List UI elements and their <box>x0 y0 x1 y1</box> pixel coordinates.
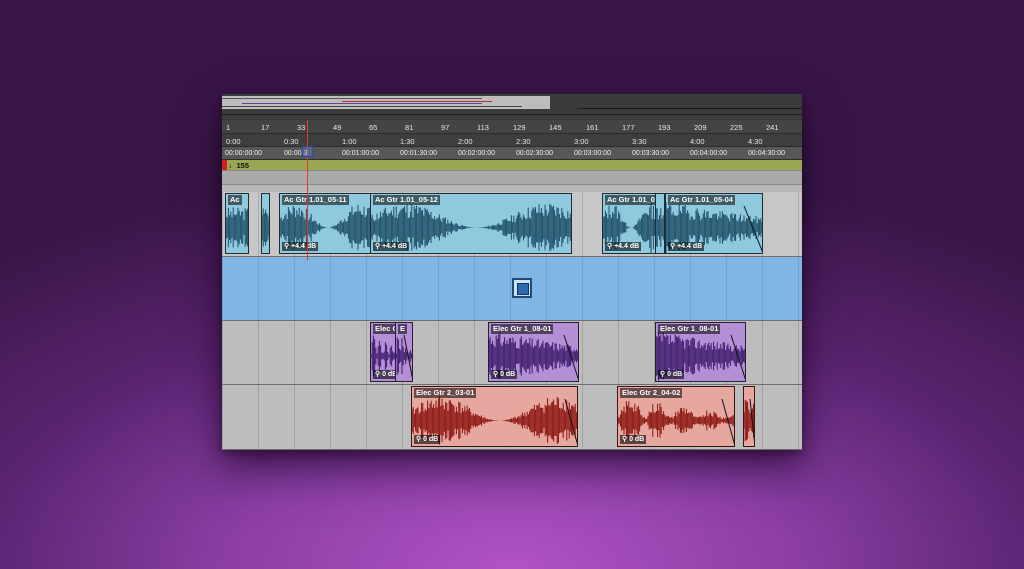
ruler-tick-label: 0:30 <box>284 137 299 146</box>
audio-clip[interactable] <box>743 386 755 447</box>
overview-track-line <box>222 114 802 115</box>
ruler-tick-label: 97 <box>441 123 450 132</box>
tempo-marker-label: ♩155 <box>229 161 250 170</box>
clip-gain-label[interactable]: ⚲ +4.4 dB <box>605 242 642 251</box>
ruler-tick-label: 00:03:00:00 <box>574 150 611 157</box>
ruler-tick-label: 00:02:00:00 <box>458 150 495 157</box>
waveform <box>262 208 269 247</box>
overview-track-line <box>342 101 492 102</box>
ruler-tick-label: 00:03:30:00 <box>632 150 669 157</box>
audio-clip[interactable]: Ac Gtr 1.01_05 ⚲ +4.4 dB <box>602 193 656 254</box>
audio-clip[interactable]: Elec Gtr 1_08-01 ⚲ 0 dB <box>655 322 746 382</box>
tempo-marker-icon[interactable] <box>222 160 227 170</box>
ruler-tick-label: 00:00:00:00 <box>225 150 262 157</box>
ruler-tick-label: 145 <box>549 123 562 132</box>
clip-gain-label[interactable]: ⚲ +4.4 dB <box>668 242 705 251</box>
audio-clip[interactable] <box>261 193 270 254</box>
ruler-tick-label: 225 <box>730 123 743 132</box>
ruler-tick-label: 0:00 <box>226 137 241 146</box>
ruler-tick-label: 113 <box>477 123 489 132</box>
clip-gain-label[interactable]: ⚲ 0 dB <box>620 435 647 444</box>
track-selected-empty[interactable] <box>222 257 802 321</box>
audio-clip[interactable]: Elec Gtr 2_04-02 ⚲ 0 dB <box>617 386 735 447</box>
clip-name: E <box>398 324 408 334</box>
clip-name: Ac Gtr 1.01_05-04 <box>668 195 735 205</box>
session-overview[interactable] <box>222 94 802 120</box>
ruler-tick-label: 17 <box>261 123 270 132</box>
audio-clip[interactable]: Elec Gtr 1_08-01 ⚲ 0 dB <box>488 322 579 382</box>
ruler-tick-label: 00:01:30:00 <box>400 150 437 157</box>
audio-clip[interactable]: Elec Gtr 2_03-01 ⚲ 0 dB <box>411 386 578 447</box>
ruler-track-divider <box>222 170 802 193</box>
ruler-tick-label: 1:00 <box>342 137 357 146</box>
audio-clip[interactable]: Elec G ⚲ 0 dB <box>370 322 396 382</box>
waveform <box>656 208 664 247</box>
ruler-tick-label: 1 <box>226 123 231 132</box>
ruler-tick-label: 65 <box>369 123 378 132</box>
ruler-tick-label: 33 <box>297 123 306 132</box>
clip-gain-label[interactable]: ⚲ +4.4 dB <box>282 242 319 251</box>
ruler-tick-label: 00:01:00:00 <box>342 150 379 157</box>
track-elec-gtr-1[interactable]: Elec G⚲ 0 dBEElec Gtr 1_08-01⚲ 0 dBElec … <box>222 321 802 385</box>
audio-clip[interactable]: Ac <box>225 193 249 254</box>
audio-clip[interactable]: E <box>395 322 413 382</box>
track-ac-gtr[interactable]: Ac Ac Gtr 1.01_05-11 ⚲ +4.4 dB Ac Gtr 1.01_… <box>222 192 802 257</box>
overview-track-line <box>222 106 522 107</box>
ruler-tick-label: 3:00 <box>574 137 589 146</box>
clip-name: Ac Gtr 1.01_05 <box>605 195 655 205</box>
clip-gain-label[interactable]: ⚲ 0 dB <box>658 370 685 379</box>
ruler-tick-label: 177 <box>622 123 635 132</box>
clip-name: Ac <box>228 195 242 205</box>
clip-name: Elec Gtr 2_04-02 <box>620 388 683 398</box>
ruler-tick-label: 00:04:00:00 <box>690 150 727 157</box>
ruler-tick-label: 3:30 <box>632 137 647 146</box>
ruler-tick-label: 161 <box>586 123 599 132</box>
audio-clip[interactable]: Ac Gtr 1.01_05-12 ⚲ +4.4 dB <box>370 193 572 254</box>
bars-beats-ruler[interactable]: 1 17 33 49 65 81 97 113 129 145 161 177 193 209 225 241 <box>222 120 802 134</box>
waveform <box>744 398 754 442</box>
clip-gain-label[interactable]: ⚲ 0 dB <box>491 370 518 379</box>
playhead-handle-icon[interactable] <box>302 146 313 157</box>
ruler-tick-label: 49 <box>333 123 342 132</box>
clip-gain-label[interactable]: ⚲ 0 dB <box>373 370 395 379</box>
overview-track-line <box>242 103 482 104</box>
clip-name: Elec Gtr 1_08-01 <box>491 324 554 334</box>
clip-gain-label[interactable]: ⚲ +4.4 dB <box>373 242 410 251</box>
clip-name: Elec G <box>373 324 395 334</box>
ruler-tick-label: 2:00 <box>458 137 473 146</box>
clip-gain-label[interactable]: ⚲ 0 dB <box>414 435 441 444</box>
ruler-tick-label: 00:04:30:00 <box>748 150 785 157</box>
playhead-line[interactable] <box>307 120 308 260</box>
ruler-tick-label: 209 <box>694 123 707 132</box>
ruler-tick-label: 4:00 <box>690 137 705 146</box>
ruler-tick-label: 193 <box>658 123 671 132</box>
audio-clip[interactable] <box>655 193 665 254</box>
ruler-tick-label: 00:02:30:00 <box>516 150 553 157</box>
ruler-tick-label: 1:30 <box>400 137 415 146</box>
clip-name: Elec Gtr 2_03-01 <box>414 388 477 398</box>
overview-track-line <box>577 108 802 109</box>
clip-name: Elec Gtr 1_08-01 <box>658 324 721 334</box>
clip-group-icon[interactable] <box>512 278 532 298</box>
ruler-tick-label: 4:30 <box>748 137 763 146</box>
clip-name: Ac Gtr 1.01_05-12 <box>373 195 440 205</box>
timeline-rulers: 1 17 33 49 65 81 97 113 129 145 161 177 193 209 225 241… <box>222 120 802 172</box>
track-elec-gtr-2[interactable]: Elec Gtr 2_03-01 ⚲ 0 dB Elec Gtr 2_04-02 ⚲ … <box>222 385 802 450</box>
ruler-tick-label: 241 <box>766 123 779 132</box>
ruler-tick-label: 81 <box>405 123 414 132</box>
clip-name: Ac Gtr 1.01_05-11 <box>282 195 349 205</box>
overview-track-line <box>222 98 482 99</box>
edit-window: 1 17 33 49 65 81 97 113 129 145 161 177 193 209 225 241… <box>222 94 802 450</box>
audio-clip[interactable]: Ac Gtr 1.01_05-11 ⚲ +4.4 dB <box>279 193 371 254</box>
ruler-tick-label: 2:30 <box>516 137 531 146</box>
ruler-tick-label: 129 <box>513 123 526 132</box>
audio-clip[interactable]: Ac Gtr 1.01_05-04 ⚲ +4.4 dB <box>665 193 763 254</box>
